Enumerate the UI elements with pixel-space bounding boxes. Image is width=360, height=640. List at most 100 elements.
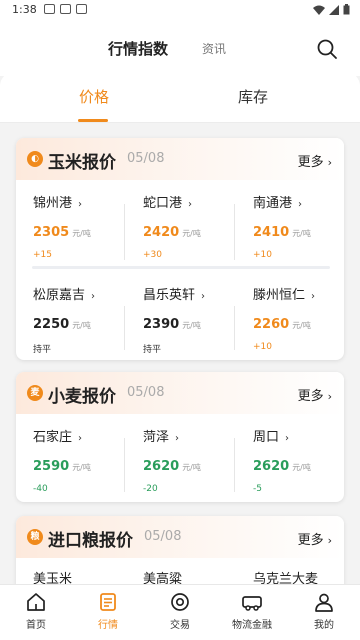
wheat-icon: 麦 — [27, 385, 43, 401]
price-item[interactable]: 锦州港 › 2305 元/吨 +15 — [33, 192, 131, 260]
column-divider — [124, 306, 125, 350]
status-time: 1:38 — [12, 3, 37, 16]
grain-icon: 粮 — [27, 529, 43, 545]
location-name: 周口 — [253, 430, 280, 445]
sim-icon — [60, 4, 71, 14]
tab-divider — [0, 122, 360, 123]
chevron-right-icon: › — [327, 534, 332, 547]
chevron-right-icon: › — [311, 291, 316, 302]
price-change: -5 — [253, 484, 262, 494]
nav-home[interactable]: 首页 — [0, 591, 72, 631]
card-header: ◐ 玉米报价 05/08 更多 › — [16, 138, 344, 180]
corn-price-card: ◐ 玉米报价 05/08 更多 › 锦州港 › 2305 元/吨 +15 蛇口港 › 2… — [16, 138, 344, 360]
cellular-icon — [329, 4, 339, 15]
more-label: 更多 — [297, 155, 324, 170]
more-label: 更多 — [297, 533, 324, 548]
nav-profile[interactable]: 我的 — [288, 591, 360, 631]
nav-market[interactable]: 行情 — [72, 591, 144, 631]
page-title[interactable]: 行情指数 — [108, 38, 168, 59]
location-name: 滕州恒仁 — [253, 288, 306, 303]
price-unit: 元/吨 — [292, 229, 311, 238]
column-divider — [234, 306, 235, 350]
column-divider — [124, 204, 125, 260]
more-button[interactable]: 更多 › — [298, 151, 332, 170]
card-header: 麦 小麦报价 05/08 更多 › — [16, 372, 344, 414]
status-bar: 1:38 — [0, 0, 360, 20]
app-header: 行情指数 资讯 — [0, 20, 360, 76]
price-value: 2620 — [143, 459, 180, 474]
tab-bar: 价格 库存 — [0, 72, 360, 122]
price-unit: 元/吨 — [292, 321, 311, 330]
price-unit: 元/吨 — [182, 321, 201, 330]
location-name: 松原嘉吉 — [33, 288, 86, 303]
more-label: 更多 — [297, 389, 324, 404]
price-item[interactable]: 滕州恒仁 › 2260 元/吨 +10 — [253, 284, 344, 352]
price-change: +30 — [143, 250, 162, 260]
price-item[interactable]: 南通港 › 2410 元/吨 +10 — [253, 192, 344, 260]
nav-label: 行情 — [98, 620, 118, 631]
price-value: 2305 — [33, 225, 70, 240]
price-item[interactable]: 松原嘉吉 › 2250 元/吨 持平 — [33, 284, 131, 355]
chevron-right-icon: › — [78, 199, 83, 210]
price-unit: 元/吨 — [72, 229, 91, 238]
price-value: 2410 — [253, 225, 290, 240]
nav-label: 交易 — [170, 620, 190, 631]
price-unit: 元/吨 — [72, 321, 91, 330]
news-tab[interactable]: 资讯 — [202, 40, 226, 57]
price-value: 2590 — [33, 459, 70, 474]
chevron-right-icon: › — [175, 433, 180, 444]
card-date: 05/08 — [144, 529, 182, 544]
nav-label: 首页 — [26, 620, 46, 631]
market-icon — [100, 593, 116, 611]
location-name: 昌乐英轩 — [143, 288, 196, 303]
location-name: 蛇口港 — [143, 196, 183, 211]
price-change: +15 — [33, 250, 52, 260]
price-change: 持平 — [33, 345, 52, 355]
chevron-right-icon: › — [188, 199, 193, 210]
bottom-nav: 首页 行情 交易 物流金融 我的 — [0, 584, 360, 640]
location-name: 菏泽 — [143, 430, 170, 445]
chevron-right-icon: › — [91, 291, 96, 302]
price-item[interactable]: 蛇口港 › 2420 元/吨 +30 — [143, 192, 241, 260]
row-divider — [32, 266, 330, 269]
price-value: 2260 — [253, 317, 290, 332]
price-item[interactable]: 石家庄 › 2590 元/吨 -40 — [33, 426, 131, 494]
chevron-right-icon: › — [285, 433, 290, 444]
column-divider — [234, 438, 235, 492]
battery-icon — [343, 4, 350, 15]
wheat-price-card: 麦 小麦报价 05/08 更多 › 石家庄 › 2590 元/吨 -40 菏泽 › 26… — [16, 372, 344, 502]
column-divider — [234, 204, 235, 260]
location-name: 石家庄 — [33, 430, 73, 445]
more-button[interactable]: 更多 › — [298, 529, 332, 548]
chevron-right-icon: › — [78, 433, 83, 444]
chevron-right-icon: › — [327, 156, 332, 169]
tab-price[interactable]: 价格 — [79, 86, 109, 107]
home-icon — [27, 593, 45, 611]
chevron-right-icon: › — [298, 199, 303, 210]
trade-icon — [171, 593, 189, 611]
price-change: +10 — [253, 342, 272, 352]
card-title: 玉米报价 — [48, 153, 116, 173]
price-value: 2250 — [33, 317, 70, 332]
price-value: 2390 — [143, 317, 180, 332]
tab-inventory[interactable]: 库存 — [238, 86, 268, 107]
nav-label: 物流金融 — [232, 620, 272, 631]
price-value: 2420 — [143, 225, 180, 240]
nav-trade[interactable]: 交易 — [144, 591, 216, 631]
price-item[interactable]: 昌乐英轩 › 2390 元/吨 持平 — [143, 284, 241, 355]
card-date: 05/08 — [127, 385, 165, 400]
card-date: 05/08 — [127, 151, 165, 166]
more-button[interactable]: 更多 › — [298, 385, 332, 404]
price-change: +10 — [253, 250, 272, 260]
price-unit: 元/吨 — [72, 463, 91, 472]
chevron-right-icon: › — [201, 291, 206, 302]
location-name: 南通港 — [253, 196, 293, 211]
card-header: 粮 进口粮报价 05/08 更多 › — [16, 516, 344, 558]
price-unit: 元/吨 — [182, 229, 201, 238]
price-unit: 元/吨 — [182, 463, 201, 472]
price-unit: 元/吨 — [292, 463, 311, 472]
search-icon[interactable] — [316, 38, 338, 60]
price-item[interactable]: 菏泽 › 2620 元/吨 -20 — [143, 426, 241, 494]
nav-logistics-finance[interactable]: 物流金融 — [216, 591, 288, 631]
price-item[interactable]: 周口 › 2620 元/吨 -5 — [253, 426, 344, 494]
